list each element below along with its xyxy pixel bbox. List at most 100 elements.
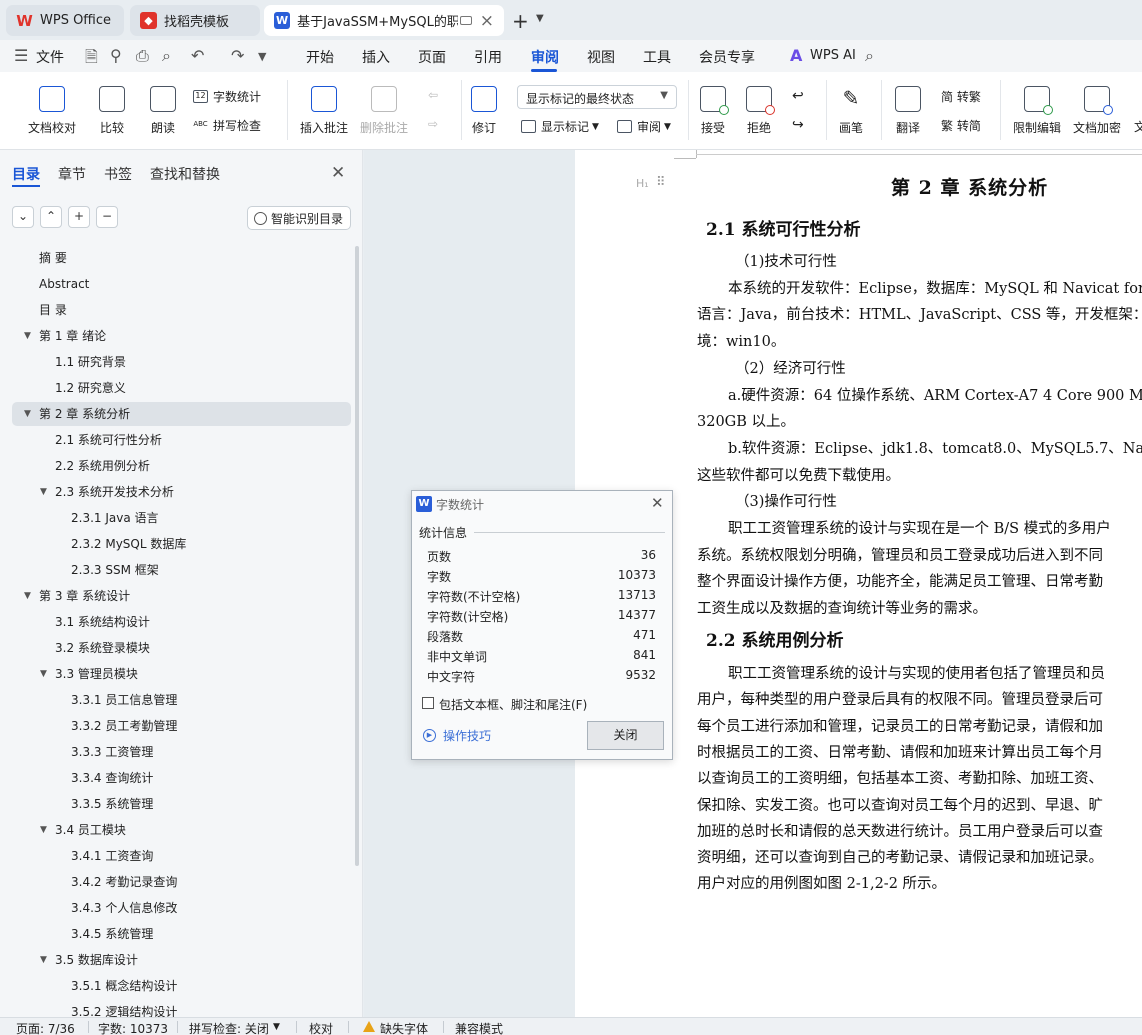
toc-item[interactable]: 目 录 [12,298,351,322]
checkbox-label[interactable]: 包括文本框、脚注和尾注(F) [439,696,587,713]
menu-tab-review[interactable]: 审阅 [531,47,559,67]
spell-check-indicator[interactable]: 拼写检查: 关闭 [189,1020,269,1035]
toc-item[interactable]: ▼ 3.4 员工模块 [12,818,351,842]
close-tab-icon[interactable]: × [480,11,494,31]
toc-item[interactable]: 3.3.2 员工考勤管理 [12,714,351,738]
toc-item[interactable]: ▼ 第 2 章 系统分析 [12,402,351,426]
tab-wps-office[interactable]: W WPS Office [6,5,124,36]
print-icon[interactable]: ⎙ [136,46,149,66]
close-button[interactable]: 关闭 [587,721,664,750]
search-icon[interactable]: ⌕ [865,46,874,66]
pen-button[interactable]: ✎ 画笔 [838,86,864,136]
tab-document[interactable]: W 基于JavaSSM+MySQL的职工 × [264,5,504,36]
toc-item[interactable]: 3.3.4 查询统计 [12,766,351,790]
to-simplified-button[interactable]: 繁 转简 [941,117,981,134]
missing-font-indicator[interactable]: 缺失字体 [380,1020,428,1035]
spell-check-button[interactable]: ABC 拼写检查 [193,117,261,134]
encrypt-button[interactable]: 文档加密 [1073,86,1121,136]
compare-button[interactable]: 比较 [99,86,125,136]
toc-item[interactable]: 3.4.3 个人信息修改 [12,896,351,920]
toc-item[interactable]: 2.2 系统用例分析 [12,454,351,478]
expand-caret-icon[interactable]: ▼ [24,324,31,348]
expand-caret-icon[interactable]: ▼ [24,584,31,608]
smart-toc-button[interactable]: 智能识别目录 [247,206,351,230]
wps-ai-icon[interactable]: A [790,46,802,65]
toc-item[interactable]: 3.5.2 逻辑结构设计 [12,1000,351,1017]
previous-change-icon[interactable]: ↩ [792,88,804,104]
word-count-indicator[interactable]: 字数: 10373 [98,1020,168,1035]
remove-heading-button[interactable]: − [96,206,118,228]
toc-item[interactable]: 3.2 系统登录模块 [12,636,351,660]
tab-toc[interactable]: 目录 [12,164,40,184]
print-preview-icon[interactable]: ⌕ [162,46,171,66]
toc-item[interactable]: 3.3.3 工资管理 [12,740,351,764]
previous-comment-icon[interactable]: ⇦ [428,88,438,102]
redo-icon[interactable]: ↷ [231,46,244,65]
tab-chapters[interactable]: 章节 [58,164,86,184]
chevron-down-icon[interactable]: ▼ [536,13,544,24]
toc-item[interactable]: 1.2 研究意义 [12,376,351,400]
next-change-icon[interactable]: ↪ [792,117,804,133]
toc-item[interactable]: ▼ 3.3 管理员模块 [12,662,351,686]
menu-file[interactable]: 文件 [36,47,64,67]
proofread-indicator[interactable]: 校对 [309,1020,333,1035]
window-icon[interactable] [460,16,472,25]
scrollbar[interactable] [355,246,359,866]
toc-item[interactable]: 3.4.2 考勤记录查询 [12,870,351,894]
menu-tab-references[interactable]: 引用 [474,47,502,67]
hamburger-icon[interactable]: ☰ [14,46,28,65]
toc-item[interactable]: ▼ 2.3 系统开发技术分析 [12,480,351,504]
chevron-down-icon[interactable]: ▼ [258,50,266,63]
next-comment-icon[interactable]: ⇨ [428,117,438,131]
show-markup-button[interactable]: 显示标记 ▼ [521,118,599,135]
close-icon[interactable]: ✕ [651,494,664,512]
chevron-down-icon[interactable]: ▼ [273,1022,280,1032]
collapse-up-button[interactable]: ⌃ [40,206,62,228]
toc-item[interactable]: ▼ 第 3 章 系统设计 [12,584,351,608]
toc-item[interactable]: 摘 要 [12,246,351,270]
share-icon[interactable]: ⚲ [110,46,122,65]
save-icon[interactable]: 🗎 [85,46,98,73]
toc-item[interactable]: 3.1 系统结构设计 [12,610,351,634]
menu-tab-insert[interactable]: 插入 [362,47,390,67]
revise-button[interactable]: 修订 [471,86,497,136]
close-icon[interactable]: ✕ [331,163,345,183]
include-textbox-checkbox[interactable] [422,697,434,709]
toc-item[interactable]: 3.5.1 概念结构设计 [12,974,351,998]
menu-tab-start[interactable]: 开始 [306,47,334,67]
doc-proofread-button[interactable]: 文档校对 [28,86,76,136]
toc-item[interactable]: 2.3.3 SSM 框架 [12,558,351,582]
expand-caret-icon[interactable]: ▼ [40,480,47,504]
more-button[interactable]: 文 [1134,118,1142,135]
delete-comment-button[interactable]: 删除批注 [360,86,408,136]
expand-caret-icon[interactable]: ▼ [24,402,31,426]
review-pane-button[interactable]: 审阅 ▼ [617,118,671,135]
dialog-titlebar[interactable]: W 字数统计 ✕ [412,491,672,517]
menu-tab-view[interactable]: 视图 [587,47,615,67]
drag-handle-icon[interactable]: ⠿ [656,175,666,190]
toc-item[interactable]: ▼ 第 1 章 绪论 [12,324,351,348]
to-traditional-button[interactable]: 简 转繁 [941,88,981,105]
heading-style-icon[interactable]: H₁ [636,177,649,190]
insert-comment-button[interactable]: 插入批注 [300,86,348,136]
expand-caret-icon[interactable]: ▼ [40,948,47,972]
toc-item[interactable]: 2.1 系统可行性分析 [12,428,351,452]
tips-link[interactable]: 操作技巧 [443,727,491,744]
menu-tab-membership[interactable]: 会员专享 [699,47,755,67]
toc-item[interactable]: 3.3.5 系统管理 [12,792,351,816]
play-circle-icon[interactable]: ▶ [423,729,436,742]
page-indicator[interactable]: 页面: 7/36 [16,1020,75,1035]
toc-item[interactable]: 3.3.1 员工信息管理 [12,688,351,712]
toc-item[interactable]: 3.4.1 工资查询 [12,844,351,868]
toc-item[interactable]: 2.3.1 Java 语言 [12,506,351,530]
read-aloud-button[interactable]: 朗读 [150,86,176,136]
toc-item[interactable]: 3.4.5 系统管理 [12,922,351,946]
menu-tab-tools[interactable]: 工具 [643,47,671,67]
tab-find-replace[interactable]: 查找和替换 [150,164,220,184]
toc-item[interactable]: ▼ 3.5 数据库设计 [12,948,351,972]
add-heading-button[interactable]: + [68,206,90,228]
markup-state-select[interactable]: 显示标记的最终状态 ▼ [517,85,677,109]
accept-button[interactable]: 接受 [700,86,729,136]
toc-item[interactable]: 1.1 研究背景 [12,350,351,374]
collapse-down-button[interactable]: ⌄ [12,206,34,228]
